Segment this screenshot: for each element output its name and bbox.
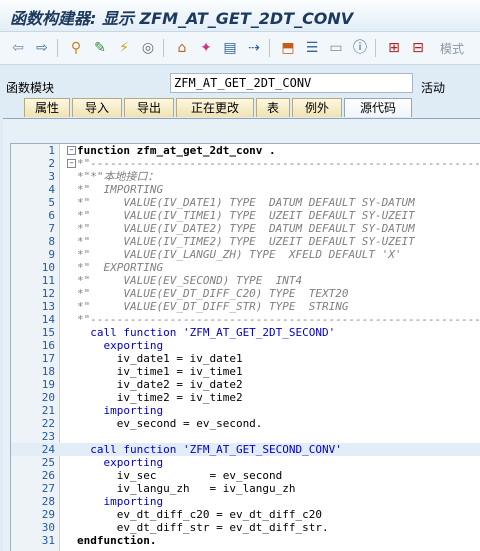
object-list-icon[interactable]: ⌂ [172,38,192,58]
code-line: 2− *"------------------------------------… [48,157,480,170]
code-line: 1− function zfm_at_get_2dt_conv . [48,144,276,157]
code-line: 15 call function 'ZFM_AT_GET_2DT_SECOND' [41,326,336,339]
code-line: 20 iv_time2 = iv_time2 [41,391,243,404]
info-icon[interactable]: ⓘ [350,38,370,58]
status-text: 活动 [421,81,446,95]
tab-source-code[interactable]: 源代码 [344,98,412,117]
toolbar-separator [57,39,58,57]
code-line: 5 *" VALUE(IV_DATE1) TYPE DATUM DEFAULT S… [48,196,415,209]
mode-button[interactable]: 模式 [440,40,464,57]
code-line: 10 *" EXPORTING [41,261,164,274]
tab-strip: 属性 导入 导出 正在更改 表 例外 源代码 [0,98,480,118]
back-arrow-icon[interactable]: ⇦ [8,38,28,58]
code-line: 22 ev_second = ev_second. [41,417,263,430]
code-line: 11 *" VALUE(EV_SECOND) TYPE INT4 [41,274,303,287]
code-line: 3 *"*"本地接口： [48,170,159,183]
code-line: 31 endfunction. [41,534,157,547]
code-line: 25 exporting [41,456,164,469]
code-line: 7 *" VALUE(IV_DATE2) TYPE DATUM DEFAULT S… [48,222,415,235]
tab-export[interactable]: 导出 [124,98,174,117]
tab-tables[interactable]: 表 [256,98,290,117]
code-line: 12 *" VALUE(EV_DT_DIFF_C20) TYPE TEXT20 [41,287,349,300]
title-bar: 函数构建器: 显示 ZFM_AT_GET_2DT_CONV [0,0,480,32]
code-line: 23 [41,430,55,443]
tab-attributes[interactable]: 属性 [24,98,70,117]
code-line: 8 *" VALUE(IV_TIME2) TYPE UZEIT DEFAULT S… [48,235,415,248]
code-line: 6 *" VALUE(IV_TIME1) TYPE UZEIT DEFAULT S… [48,209,415,222]
tab-import[interactable]: 导入 [72,98,122,117]
toolbar-separator [163,39,164,57]
code-line: 13 *" VALUE(EV_DT_DIFF_STR) TYPE STRING [41,300,349,313]
enhance-icon[interactable]: ⊞ [384,38,404,58]
function-module-label: 函数模块 [6,81,55,95]
stop-icon[interactable]: ⊟ [408,38,428,58]
other-object-icon[interactable]: ⚲ [66,38,86,58]
code-line: 17 iv_date1 = iv_date1 [41,352,243,365]
code-line: 29 ev_dt_diff_c20 = ev_dt_diff_c20 [41,508,323,521]
display-change-icon[interactable]: ✎ [90,38,110,58]
fold-toggle-icon[interactable]: − [67,159,76,168]
code-line: 30 ev_dt_diff_str = ev_dt_diff_str. [41,521,329,534]
code-line: 4 *" IMPORTING [48,183,164,196]
pretty-printer-icon[interactable]: ▭ [326,38,346,58]
check-icon[interactable]: ▤ [220,38,240,58]
window-title: 函数构建器: 显示 ZFM_AT_GET_2DT_CONV [10,9,354,28]
function-module-name-field[interactable]: ZFM_AT_GET_2DT_CONV [170,73,413,93]
code-line: 16 exporting [41,339,164,352]
code-line-current: 24 call function 'ZFM_AT_GET_SECOND_CONV… [11,443,480,456]
application-toolbar: ⇦ ⇨ ⚲ ✎ ⚡ ◎ ⌂ ✦ ▤ ⇢ ⬒ ☰ ▭ ⓘ ⊞ ⊟ 模式 [0,32,480,65]
fold-toggle-icon[interactable]: − [67,146,76,155]
code-line: 18 iv_time1 = iv_time1 [41,365,243,378]
forward-arrow-icon[interactable]: ⇨ [32,38,52,58]
code-editor[interactable]: 1− function zfm_at_get_2dt_conv . 2− *"---… [10,143,480,551]
tab-changing[interactable]: 正在更改 [176,98,254,117]
code-line: 19 iv_date2 = iv_date2 [41,378,243,391]
code-line: 9 *" VALUE(IV_LANGU_ZH) TYPE XFELD DEFAUL… [48,248,402,261]
code-line: 14 *"------------------------------------… [41,313,480,326]
code-line: 28 importing [41,495,164,508]
code-line: 27 iv_langu_zh = iv_langu_zh [41,482,296,495]
display-object-icon[interactable]: ✦ [196,38,216,58]
where-used-icon[interactable]: ◎ [138,38,158,58]
code-line: 26 iv_sec = ev_second [41,469,283,482]
toolbar-separator [269,39,270,57]
pattern-icon[interactable]: ☰ [302,38,322,58]
test-icon[interactable]: ⇢ [244,38,264,58]
code-line: 21 importing [41,404,164,417]
insert-icon[interactable]: ⬒ [278,38,298,58]
activate-icon[interactable]: ⚡ [114,38,134,58]
toolbar-separator [375,39,376,57]
tab-exceptions[interactable]: 例外 [292,98,342,117]
